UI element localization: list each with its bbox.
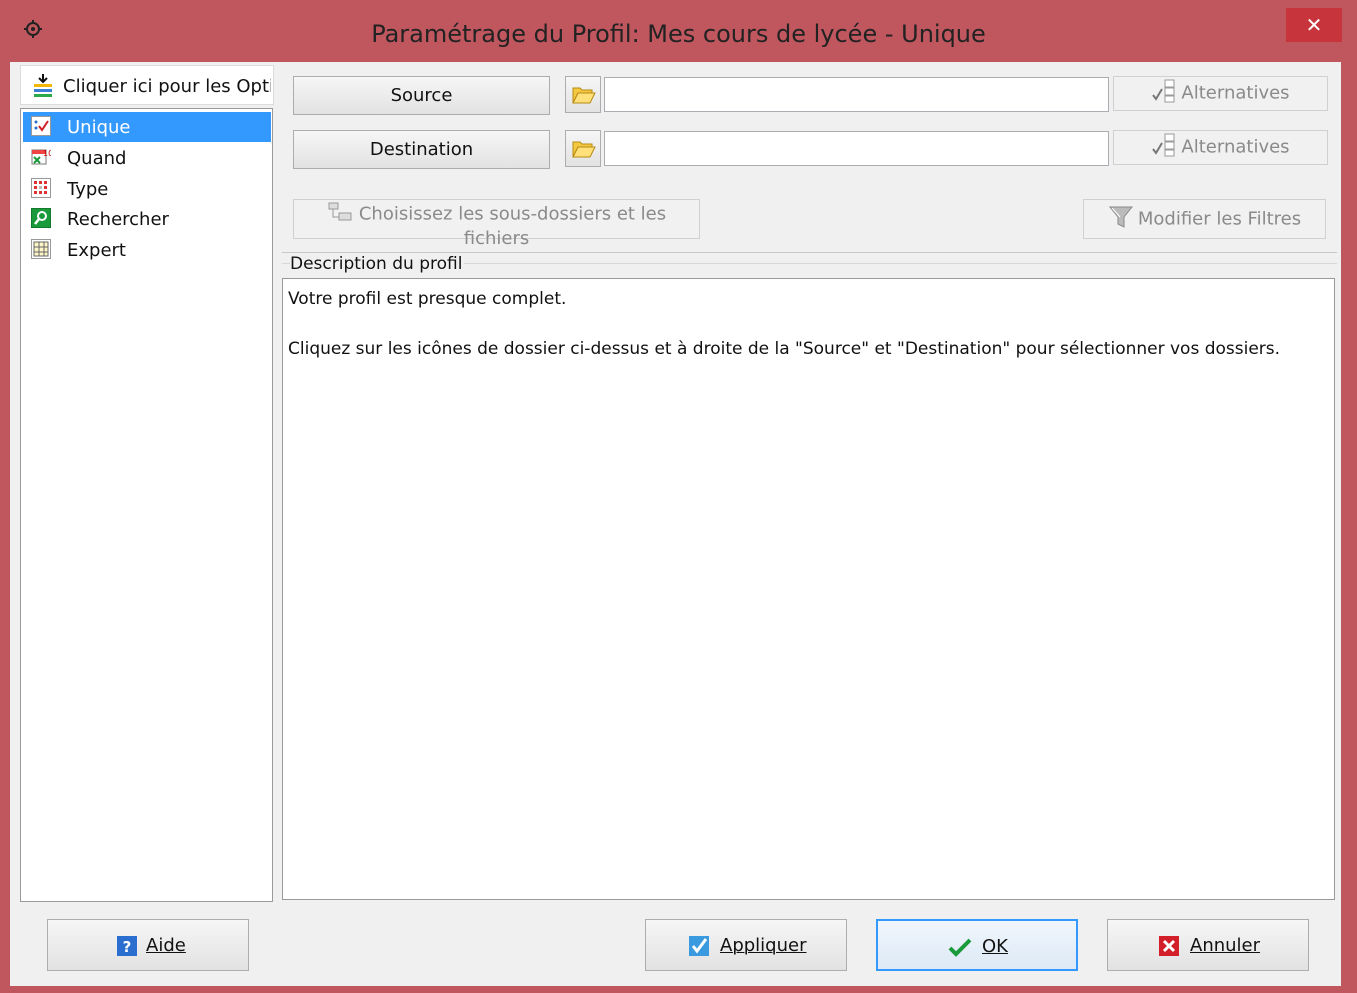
description-line-1: Votre profil est presque complet. — [288, 289, 567, 309]
help-button[interactable]: ? Aide — [47, 919, 249, 971]
profile-nav-panel: Unique 10 Quand Type Rechercher Expert — [20, 108, 273, 902]
source-path-input[interactable] — [604, 77, 1109, 112]
apply-button[interactable]: Appliquer — [645, 919, 847, 971]
description-heading: Description du profil — [290, 254, 465, 274]
source-button-label: Source — [390, 85, 453, 106]
dialog-window: Paramétrage du Profil: Mes cours de lycé… — [0, 0, 1357, 993]
unique-checklist-icon — [31, 116, 51, 136]
expert-table-icon — [31, 239, 51, 259]
folder-open-icon — [572, 87, 596, 104]
destination-button[interactable]: Destination — [293, 130, 550, 169]
choose-subfolders-button[interactable]: Choisissez les sous-dossiers et les fich… — [293, 199, 700, 249]
source-button[interactable]: Source — [293, 76, 550, 115]
ok-label: OK — [982, 936, 1008, 957]
options-header-button[interactable]: Cliquer ici pour les Opti — [20, 65, 274, 105]
divider — [282, 252, 1337, 253]
source-folder-button[interactable] — [565, 76, 601, 113]
nav-item-label: Unique — [67, 117, 131, 138]
nav-item-label: Rechercher — [67, 209, 169, 230]
modify-filters-label: Modifier les Filtres — [1137, 208, 1302, 229]
svg-text:10: 10 — [43, 149, 51, 158]
alternatives-icon — [1151, 133, 1177, 162]
cancel-x-icon — [1158, 935, 1180, 957]
svg-text:?: ? — [123, 938, 132, 956]
nav-item-rechercher[interactable]: Rechercher — [23, 204, 271, 234]
alternatives-icon — [1151, 79, 1177, 108]
dialog-client-area: Cliquer ici pour les Opti Unique 10 Quan… — [10, 62, 1341, 986]
help-question-icon: ? — [116, 935, 138, 957]
cancel-label: Annuler — [1190, 935, 1261, 956]
help-label: Aide — [146, 935, 186, 956]
modify-filters-button[interactable]: Modifier les Filtres — [1083, 199, 1326, 239]
source-alternatives-button[interactable]: Alternatives — [1113, 76, 1328, 111]
choose-subfolders-label: Choisissez les sous-dossiers et les fich… — [358, 203, 667, 250]
alternatives-label: Alternatives — [1181, 82, 1290, 104]
destination-button-label: Destination — [369, 139, 474, 160]
type-grid-icon — [31, 178, 51, 198]
nav-item-quand[interactable]: 10 Quand — [23, 143, 271, 173]
close-button[interactable]: ✕ — [1286, 8, 1342, 42]
ok-button[interactable]: OK — [876, 919, 1078, 971]
options-header-label: Cliquer ici pour les Opti — [63, 76, 271, 97]
apply-label: Appliquer — [720, 935, 807, 956]
calendar-timer-icon: 10 — [31, 147, 53, 167]
alternatives-label: Alternatives — [1181, 136, 1290, 158]
nav-item-label: Type — [67, 179, 109, 200]
nav-item-expert[interactable]: Expert — [23, 235, 271, 265]
profile-description-box[interactable]: Votre profil est presque complet. Clique… — [282, 278, 1335, 900]
ok-check-icon — [948, 936, 972, 958]
options-expand-icon — [32, 74, 54, 97]
destination-folder-button[interactable] — [565, 130, 601, 167]
cancel-button[interactable]: Annuler — [1107, 919, 1309, 971]
folder-open-icon — [572, 141, 596, 158]
nav-item-type[interactable]: Type — [23, 174, 271, 204]
apply-check-icon — [688, 935, 710, 957]
nav-item-label: Expert — [67, 240, 126, 261]
destination-path-input[interactable] — [604, 131, 1109, 166]
search-magnifier-icon — [31, 208, 51, 228]
title-bar[interactable]: Paramétrage du Profil: Mes cours de lycé… — [0, 0, 1357, 62]
subfolders-icon — [327, 201, 355, 228]
window-title: Paramétrage du Profil: Mes cours de lycé… — [371, 20, 986, 48]
nav-item-label: Quand — [67, 148, 127, 169]
nav-item-unique[interactable]: Unique — [23, 112, 271, 142]
destination-alternatives-button[interactable]: Alternatives — [1113, 130, 1328, 165]
close-icon: ✕ — [1305, 13, 1323, 37]
filter-funnel-icon — [1108, 204, 1134, 235]
description-line-2: Cliquez sur les icônes de dossier ci-des… — [288, 339, 1281, 359]
